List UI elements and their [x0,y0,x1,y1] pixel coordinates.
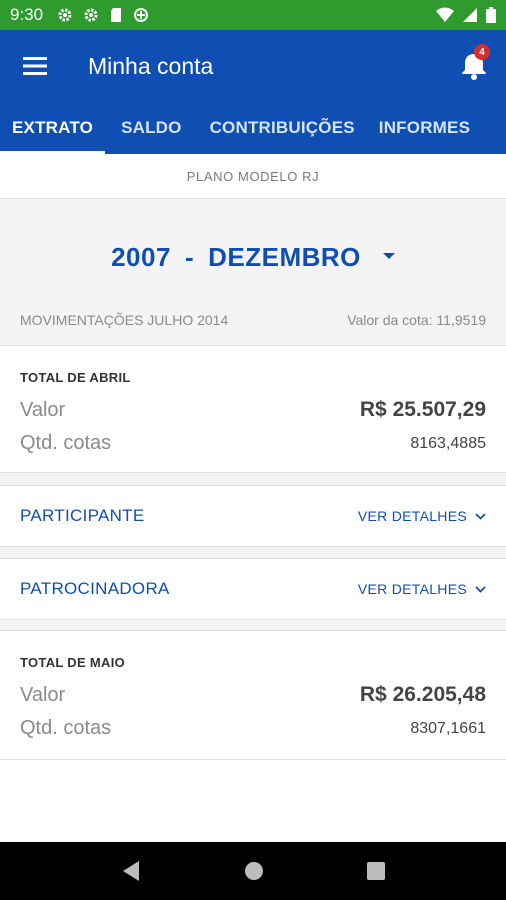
total-april-card: TOTAL DE ABRIL Valor R$ 25.507,29 Qtd. c… [0,345,506,473]
signal-icon [463,8,477,22]
quota-qty-value: 8307,1661 [410,719,486,737]
content-background [0,760,506,842]
hamburger-menu-icon [23,57,47,75]
participant-row: PARTICIPANTE VER DETALHES [0,485,506,547]
sponsor-label: PATROCINADORA [20,579,170,598]
settings-icon [84,8,98,22]
notifications-button[interactable]: 4 [456,44,492,84]
period-selector[interactable]: 2007 - DEZEMBRO [0,232,506,282]
chevron-down-icon [475,512,486,520]
battery-icon [486,7,496,23]
wifi-icon [436,7,454,22]
sd-card-icon [111,8,122,22]
quota-qty-label: Qtd. cotas [20,717,112,739]
status-time: 9:30 [10,5,44,24]
card-title: TOTAL DE ABRIL [20,370,131,385]
movements-header: MOVIMENTAÇÕES JULHO 2014 Valor da cota: … [20,312,486,328]
tab-extrato[interactable]: EXTRATO [0,102,106,154]
notification-badge: 4 [474,44,490,60]
quota-qty-label: Qtd. cotas [20,432,112,454]
period-month: DEZEMBRO [208,241,361,272]
sponsor-row: PATROCINADORA VER DETALHES [0,558,506,620]
status-bar: 9:30 [0,0,506,30]
dropdown-arrow-icon [382,253,395,259]
details-link-label: VER DETALHES [357,581,467,597]
recents-icon[interactable] [366,862,385,880]
settings-icon [58,8,72,22]
quota-qty-value: 8163,4885 [410,434,486,452]
plan-name: PLANO MODELO RJ [0,154,506,199]
back-icon[interactable] [121,860,141,882]
home-icon[interactable] [244,861,264,881]
card-title: TOTAL DE MAIO [20,655,126,670]
value-label: Valor [20,398,66,421]
sponsor-details-link[interactable]: VER DETALHES [358,581,486,597]
participant-details-link[interactable]: VER DETALHES [358,508,486,524]
period-separator: - [184,241,195,272]
data-saver-icon [134,8,149,22]
details-link-label: VER DETALHES [357,508,467,524]
tab-bar: EXTRATO SALDO CONTRIBUIÇÕES INFORMES [0,102,506,154]
system-nav-bar [0,842,506,900]
value-amount: R$ 26.205,48 [359,683,486,706]
app-bar: Minha conta 4 [0,30,506,102]
total-may-card: TOTAL DE MAIO Valor R$ 26.205,48 Qtd. co… [0,630,506,760]
period-year: 2007 [111,241,171,272]
value-amount: R$ 25.507,29 [359,398,486,421]
menu-button[interactable] [0,30,70,102]
movements-label: MOVIMENTAÇÕES JULHO 2014 [20,312,229,328]
value-label: Valor [20,683,66,706]
tab-informes[interactable]: INFORMES [367,102,482,154]
participant-label: PARTICIPANTE [20,506,145,525]
page-title: Minha conta [88,52,214,79]
chevron-down-icon [475,585,486,593]
quota-value: Valor da cota: 11,9519 [347,312,486,328]
tab-saldo[interactable]: SALDO [109,102,194,154]
tab-contribuicoes[interactable]: CONTRIBUIÇÕES [198,102,367,154]
